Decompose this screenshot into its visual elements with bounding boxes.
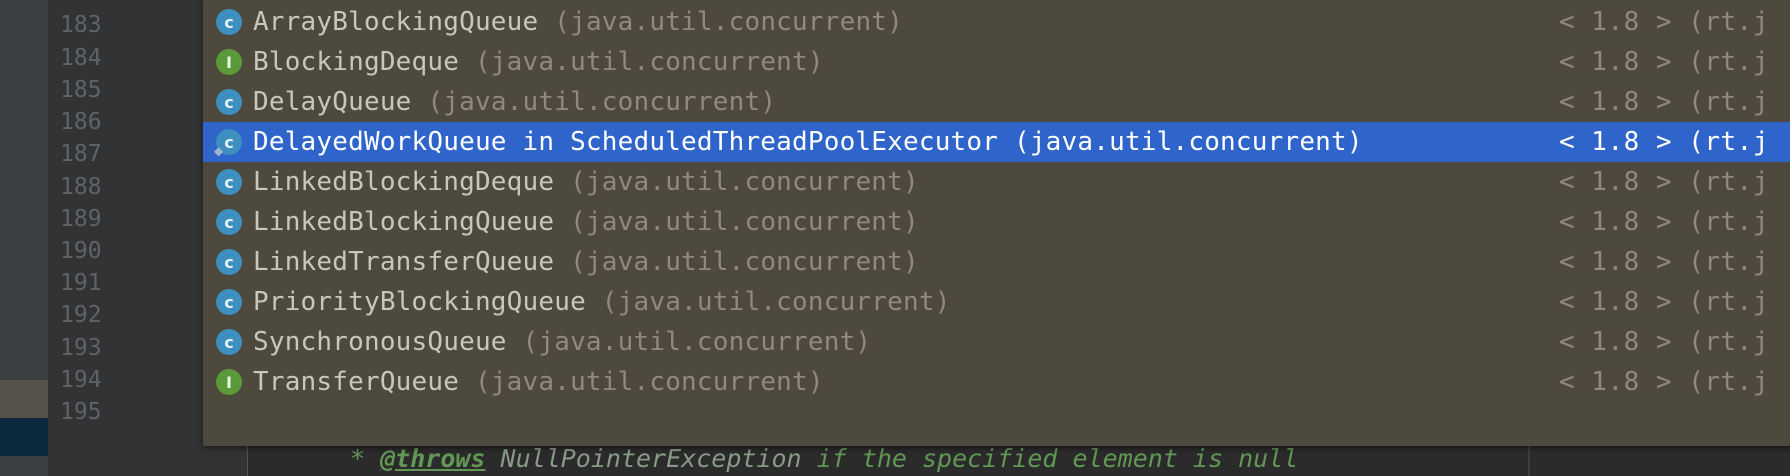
icon-letter: c [224,92,234,112]
completion-item-label: SynchronousQueue (java.util.concurrent) [253,327,871,357]
line-number: 183 [60,12,102,38]
completion-item-label: TransferQueue (java.util.concurrent) [253,367,824,397]
completion-item-label: BlockingDeque (java.util.concurrent) [253,47,824,77]
package-name: (java.util.concurrent) [427,87,777,117]
project-panel-strip [0,0,48,476]
sdk-version-label: < 1.8 > (rt.j [1559,207,1769,237]
sdk-version-label: < 1.8 > (rt.j [1559,367,1769,397]
icon-letter: I [226,372,232,392]
icon-letter: c [224,292,234,312]
package-name: (java.util.concurrent) [570,167,919,197]
class-name: LinkedTransferQueue [253,247,555,277]
javadoc-line: * @throws NullPointerException if the sp… [350,444,1298,474]
javadoc-star: * [350,444,366,473]
line-number: 192 [60,302,102,328]
icon-letter: c [224,252,234,272]
class-icon: c [216,9,242,35]
class-name: DelayedWorkQueue in ScheduledThreadPoolE… [253,127,999,157]
interface-icon: I [216,49,242,75]
package-name: (java.util.concurrent) [601,287,951,317]
completion-item-label: ArrayBlockingQueue (java.util.concurrent… [253,7,903,37]
icon-letter: c [224,332,234,352]
completion-item-label: LinkedTransferQueue (java.util.concurren… [253,247,919,277]
line-number: 191 [60,270,102,296]
sdk-version-label: < 1.8 > (rt.j [1559,47,1769,77]
icon-letter: c [224,12,234,32]
sdk-version-label: < 1.8 > (rt.j [1559,167,1769,197]
class-icon: c ◆ [214,129,242,158]
project-panel-highlight [0,380,48,418]
line-number: 193 [60,335,102,361]
class-icon: c [216,89,242,115]
class-icon: c [216,169,242,195]
javadoc-exception[interactable]: NullPointerException [501,444,802,473]
completion-item[interactable]: c SynchronousQueue (java.util.concurrent)… [203,322,1790,362]
completion-item[interactable]: I TransferQueue (java.util.concurrent) < 1… [203,362,1790,402]
class-name: ArrayBlockingQueue [253,7,539,37]
completion-item[interactable]: c PriorityBlockingQueue (java.util.concur… [203,282,1790,322]
package-name: (java.util.concurrent) [474,47,824,77]
package-name: (java.util.concurrent) [554,7,904,37]
line-number: 189 [60,206,102,232]
class-name: DelayQueue [253,87,412,117]
class-icon: c [216,289,242,315]
icon-letter: I [226,52,232,72]
icon-letter: c [224,172,234,192]
completion-item-label: DelayQueue (java.util.concurrent) [253,87,776,117]
completion-item[interactable]: c DelayQueue (java.util.concurrent) < 1.8 … [203,82,1790,122]
line-number: 185 [60,77,102,103]
completion-item[interactable]: c LinkedBlockingDeque (java.util.concurre… [203,162,1790,202]
code-completion-popup[interactable]: c ArrayBlockingQueue (java.util.concurren… [203,0,1790,446]
class-name: TransferQueue [253,367,460,397]
completion-item[interactable]: I BlockingDeque (java.util.concurrent) < 1… [203,42,1790,82]
javadoc-text: if the specified element is null [816,444,1299,473]
completion-item[interactable]: c LinkedBlockingQueue (java.util.concurre… [203,202,1790,242]
class-name: SynchronousQueue [253,327,507,357]
completion-item[interactable]: c LinkedTransferQueue (java.util.concurre… [203,242,1790,282]
sdk-version-label: < 1.8 > (rt.j [1559,7,1769,37]
completion-item[interactable]: c ArrayBlockingQueue (java.util.concurren… [203,2,1790,42]
completion-item[interactable]: c ◆ DelayedWorkQueue in ScheduledThreadPoo… [203,122,1790,162]
line-number: 186 [60,109,102,135]
line-number: 184 [60,45,102,71]
sdk-version-label: < 1.8 > (rt.j [1559,327,1769,357]
ide-window: * @throws NullPointerException if the sp… [0,0,1790,476]
completion-item-label: LinkedBlockingQueue (java.util.concurren… [253,207,919,237]
line-number: 190 [60,238,102,264]
package-name: (java.util.concurrent) [570,247,919,277]
sdk-version-label: < 1.8 > (rt.j [1559,247,1769,277]
javadoc-tag[interactable]: @throws [380,444,485,473]
class-name: PriorityBlockingQueue [253,287,586,317]
class-name: LinkedBlockingDeque [253,167,555,197]
line-number: 195 [60,399,102,425]
package-name: (java.util.concurrent) [570,207,919,237]
package-name: (java.util.concurrent) [522,327,872,357]
class-name: BlockingDeque [253,47,460,77]
completion-item-label: DelayedWorkQueue in ScheduledThreadPoolE… [253,127,1363,157]
icon-letter: c [224,212,234,232]
project-panel-selection [0,418,48,456]
package-name: (java.util.concurrent) [474,367,824,397]
sdk-version-label: < 1.8 > (rt.j [1559,287,1769,317]
sdk-version-label: < 1.8 > (rt.j [1559,127,1769,157]
line-number: 187 [60,141,102,167]
interface-icon: I [216,369,242,395]
sdk-version-label: < 1.8 > (rt.j [1559,87,1769,117]
line-number: 194 [60,367,102,393]
completion-item-label: PriorityBlockingQueue (java.util.concurr… [253,287,951,317]
completion-item-label: LinkedBlockingDeque (java.util.concurren… [253,167,919,197]
package-name: (java.util.concurrent) [1013,127,1363,157]
line-number: 188 [60,174,102,200]
static-modifier-icon: ◆ [214,144,224,158]
class-name: LinkedBlockingQueue [253,207,555,237]
class-icon: c [216,209,242,235]
icon-letter: c [224,132,234,152]
class-icon: c [216,249,242,275]
class-icon: c [216,329,242,355]
